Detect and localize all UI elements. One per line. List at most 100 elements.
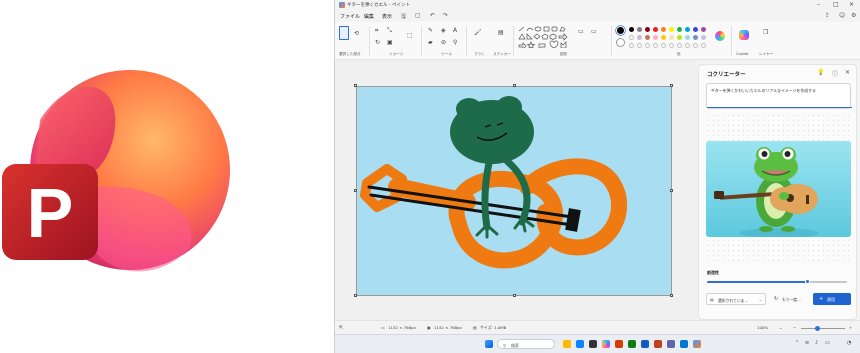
teams-icon[interactable] xyxy=(667,340,675,348)
eraser-icon[interactable]: ▰ xyxy=(428,40,433,46)
battery-icon[interactable]: ▭ xyxy=(825,340,830,346)
zoom-level[interactable]: 100% xyxy=(757,325,768,330)
minimize-button[interactable]: – xyxy=(817,1,820,8)
color-swatch[interactable] xyxy=(645,35,650,40)
store-icon[interactable] xyxy=(589,340,597,348)
color-swatch[interactable] xyxy=(645,27,650,32)
color-swatch[interactable] xyxy=(677,35,682,40)
notification-icon[interactable]: ◔ xyxy=(847,340,851,346)
wifi-icon[interactable]: ≋ xyxy=(805,340,809,346)
crop-icon[interactable]: ⌗ xyxy=(375,28,378,34)
open-icon[interactable]: ▢ xyxy=(415,12,421,19)
custom-color-slot[interactable] xyxy=(653,43,658,48)
color-swatch[interactable] xyxy=(653,35,658,40)
color-swatch[interactable] xyxy=(669,27,674,32)
profile-icon[interactable]: ☺ xyxy=(839,12,845,19)
color-swatch[interactable] xyxy=(661,27,666,32)
custom-color-slot[interactable] xyxy=(637,43,642,48)
taskbar-search[interactable]: ⚲ 検索 xyxy=(497,339,555,349)
rotate-icon[interactable]: ↻ xyxy=(375,40,380,46)
menu-edit[interactable]: 編集 xyxy=(364,13,374,20)
custom-color-slot[interactable] xyxy=(677,43,682,48)
creativity-slider-thumb[interactable] xyxy=(805,279,811,284)
resize-handle[interactable] xyxy=(513,84,516,87)
sticker-icon[interactable]: ▤ xyxy=(498,30,504,36)
undo-icon[interactable]: ↶ xyxy=(430,12,435,19)
shape-fill-icon[interactable]: ▭ xyxy=(591,29,597,35)
prompt-input[interactable]: ギターを弾くかわいいカエルのリアルなイメージを作成する xyxy=(706,83,852,109)
style-dropdown[interactable]: ▦ 選択されていま... ⌄ xyxy=(706,293,766,305)
shape-outline-icon[interactable]: ▭ xyxy=(578,29,584,35)
start-icon[interactable] xyxy=(485,340,493,348)
paint-taskbar-icon[interactable] xyxy=(693,340,701,348)
color-swatch[interactable] xyxy=(693,27,698,32)
resize-icon[interactable]: ⤡ xyxy=(387,28,392,34)
color-swatch[interactable] xyxy=(637,35,642,40)
maximize-button[interactable]: □ xyxy=(833,1,839,8)
copilot-taskbar-icon[interactable] xyxy=(602,340,610,348)
share-icon[interactable]: ⇪ xyxy=(825,12,830,19)
resize-handle[interactable] xyxy=(354,189,357,192)
custom-color-slot[interactable] xyxy=(693,43,698,48)
close-icon[interactable]: ✕ xyxy=(845,69,850,76)
color-swatch[interactable] xyxy=(653,27,658,32)
menu-view[interactable]: 表示 xyxy=(382,13,392,20)
color-swatch[interactable] xyxy=(629,27,634,32)
custom-color-slot[interactable] xyxy=(645,43,650,48)
chevron-down-icon[interactable]: ⌄ xyxy=(779,325,782,330)
secondary-color[interactable] xyxy=(616,38,625,47)
shapes-gallery[interactable] xyxy=(517,26,573,48)
color-swatch[interactable] xyxy=(629,35,634,40)
redo-icon[interactable]: ↷ xyxy=(443,12,448,19)
primary-color[interactable] xyxy=(616,26,625,35)
zoom-slider-thumb[interactable] xyxy=(815,325,820,331)
color-swatch[interactable] xyxy=(637,27,642,32)
fill-icon[interactable]: ◈ xyxy=(441,28,446,34)
magnifier-icon[interactable]: ⚲ xyxy=(453,40,457,46)
close-button[interactable]: × xyxy=(849,1,854,8)
select-all-icon[interactable]: ⟲ xyxy=(354,31,359,37)
custom-color-slot[interactable] xyxy=(685,43,690,48)
custom-color-slot[interactable] xyxy=(669,43,674,48)
powerpoint-icon[interactable] xyxy=(654,340,662,348)
edit-colors-icon[interactable] xyxy=(715,31,725,41)
layers-icon[interactable]: ❒ xyxy=(763,30,768,36)
resize-handle[interactable] xyxy=(354,294,357,297)
file-explorer-icon[interactable] xyxy=(563,340,571,348)
drawing-canvas[interactable] xyxy=(356,86,672,296)
copilot-icon[interactable] xyxy=(739,30,749,40)
color-picker-icon[interactable]: ⊘ xyxy=(441,40,446,46)
generated-image[interactable] xyxy=(706,141,851,237)
word-icon[interactable] xyxy=(641,340,649,348)
lightbulb-icon[interactable]: 💡 xyxy=(817,69,824,76)
pencil-icon[interactable]: ✎ xyxy=(428,28,433,34)
color-swatch[interactable] xyxy=(685,35,690,40)
text-icon[interactable]: A xyxy=(453,28,457,34)
menu-file[interactable]: ファイル xyxy=(340,13,360,20)
select-tool-icon[interactable] xyxy=(339,26,349,40)
save-icon[interactable]: 🖫 xyxy=(401,12,406,22)
background-removal-icon[interactable]: ⬚ xyxy=(407,33,413,39)
excel-icon[interactable] xyxy=(628,340,636,348)
color-swatch[interactable] xyxy=(685,27,690,32)
zoom-slider[interactable] xyxy=(801,325,845,331)
zoom-out-icon[interactable]: − xyxy=(793,325,796,330)
retry-button[interactable]: ↻ もう一度... xyxy=(771,293,809,305)
custom-color-slot[interactable] xyxy=(701,43,706,48)
color-swatch[interactable] xyxy=(669,35,674,40)
resize-handle[interactable] xyxy=(513,294,516,297)
apply-button[interactable]: + 適用 xyxy=(813,293,851,305)
color-swatch[interactable] xyxy=(701,35,706,40)
brush-icon[interactable]: 🖌 xyxy=(474,30,482,36)
color-swatch[interactable] xyxy=(677,27,682,32)
zoom-in-icon[interactable]: + xyxy=(849,325,852,330)
resize-handle[interactable] xyxy=(354,84,357,87)
color-swatch[interactable] xyxy=(701,27,706,32)
outlook-icon[interactable] xyxy=(680,340,688,348)
custom-color-slot[interactable] xyxy=(661,43,666,48)
settings-icon[interactable]: ⚙ xyxy=(851,12,856,19)
image-tool-icon[interactable]: ▣ xyxy=(387,40,393,46)
resize-handle[interactable] xyxy=(670,84,673,87)
custom-color-slot[interactable] xyxy=(629,43,634,48)
info-icon[interactable]: ⓘ xyxy=(832,69,838,78)
